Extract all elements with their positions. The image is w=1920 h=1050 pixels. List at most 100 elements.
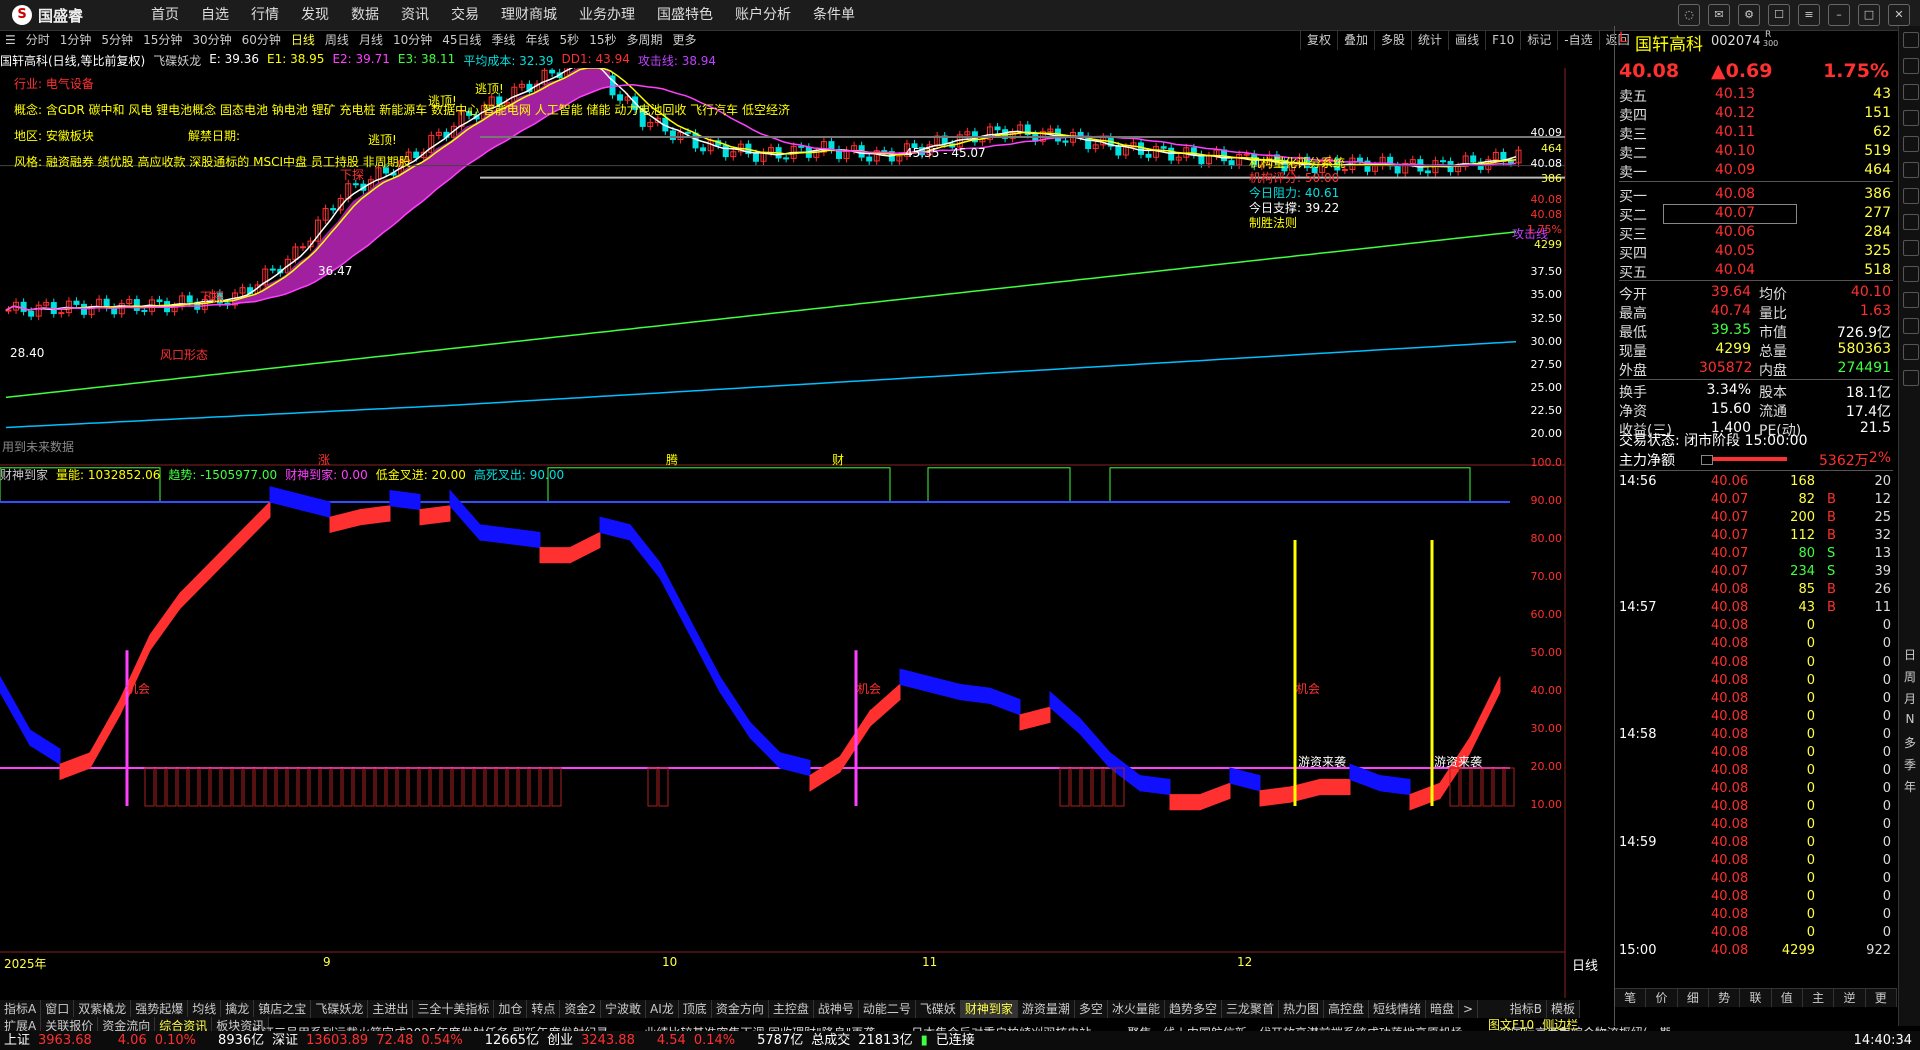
indicator-tab-25[interactable]: 趋势多空 <box>1165 1000 1222 1018</box>
indicator-tab-28[interactable]: 高控盘 <box>1324 1000 1370 1018</box>
indicator-tab-23[interactable]: 多空 <box>1075 1000 1108 1018</box>
indicator-tab-7[interactable]: 飞碟妖龙 <box>311 1000 369 1018</box>
menu-watchlist[interactable]: 自选 <box>190 0 240 30</box>
indicator-tab-12[interactable]: 资金2 <box>560 1000 602 1018</box>
period-16[interactable]: 更多 <box>667 31 701 50</box>
indicator-tab-15[interactable]: 顶底 <box>679 1000 712 1018</box>
minimize-icon[interactable]: – <box>1828 4 1850 26</box>
period-3[interactable]: 15分钟 <box>138 31 187 50</box>
period-5[interactable]: 60分钟 <box>237 31 286 50</box>
period-7[interactable]: 周线 <box>320 31 354 50</box>
ask-row[interactable]: 卖四 40.12 151 <box>1619 105 1893 124</box>
ask-row[interactable]: 卖一 40.09 464 <box>1619 162 1893 181</box>
rsi-icon[interactable] <box>1903 266 1919 282</box>
bid-row[interactable]: 买一 40.08 386 <box>1619 186 1893 205</box>
indicator-tab-21[interactable]: 财神到家 <box>960 1000 1018 1018</box>
side-period-5[interactable]: 季 <box>1903 756 1917 773</box>
menu-conditional[interactable]: 条件单 <box>802 0 866 30</box>
period-12[interactable]: 年线 <box>521 31 555 50</box>
ask-row[interactable]: 卖二 40.10 519 <box>1619 143 1893 162</box>
menu-service[interactable]: 业务办理 <box>568 0 646 30</box>
app-logo[interactable]: S 国盛睿 <box>12 4 83 26</box>
tool-5[interactable]: F10 <box>1485 31 1520 50</box>
info-icon[interactable] <box>1903 240 1919 256</box>
up-arrow-icon[interactable] <box>1903 32 1919 48</box>
ask-row[interactable]: 卖三 40.11 62 <box>1619 124 1893 143</box>
quote-tab-0[interactable]: 笔 <box>1615 989 1647 1007</box>
ask-row[interactable]: 卖五 40.13 43 <box>1619 86 1893 105</box>
indicator-tab-24[interactable]: 冰火量能 <box>1108 1000 1165 1018</box>
indicator-tab-right-0[interactable]: 指标B <box>1506 1000 1547 1018</box>
indicator-tab-29[interactable]: 短线情绪 <box>1369 1000 1427 1018</box>
grid-icon[interactable] <box>1903 110 1919 126</box>
quote-tab-8[interactable]: 更 <box>1866 989 1897 1007</box>
period-0[interactable]: 分时 <box>21 31 55 50</box>
cy-label[interactable]: 创业 <box>543 1031 577 1050</box>
period-14[interactable]: 15秒 <box>584 31 621 50</box>
menu-quotes[interactable]: 行情 <box>240 0 290 30</box>
menu-trade[interactable]: 交易 <box>440 0 490 30</box>
mail-icon[interactable]: ✉ <box>1708 4 1730 26</box>
period-11[interactable]: 季线 <box>487 31 521 50</box>
indicator-tab-right-1[interactable]: 模板 <box>1547 1000 1580 1018</box>
sz-label[interactable]: 深证 <box>268 1031 302 1050</box>
indicator-tab-22[interactable]: 游资量潮 <box>1018 1000 1075 1018</box>
indicator-tab-18[interactable]: 战神号 <box>814 1000 859 1018</box>
pie-icon[interactable] <box>1903 162 1919 178</box>
user-icon[interactable] <box>1903 370 1919 386</box>
quote-tab-2[interactable]: 细 <box>1678 989 1709 1007</box>
quote-tab-7[interactable]: 逆 <box>1834 989 1866 1007</box>
bid-row[interactable]: 买四 40.05 325 <box>1619 243 1893 262</box>
tool-0[interactable]: 复权 <box>1300 31 1337 50</box>
period-8[interactable]: 月线 <box>354 31 388 50</box>
period-15[interactable]: 多周期 <box>621 31 667 50</box>
indicator-tab-8[interactable]: 主进出 <box>368 1000 414 1018</box>
indicator-tab-30[interactable]: 暗盘 <box>1426 1000 1460 1018</box>
info-tab-right-1[interactable]: 侧边栏 <box>1538 1019 1582 1031</box>
side-period-6[interactable]: 年 <box>1903 778 1917 795</box>
indicator-tab-4[interactable]: 均线 <box>188 1000 222 1018</box>
side-period-4[interactable]: 多 <box>1903 734 1917 751</box>
side-period-3[interactable]: N <box>1903 712 1917 726</box>
indicator-tab-27[interactable]: 热力图 <box>1279 1000 1324 1018</box>
money-icon[interactable] <box>1903 188 1919 204</box>
skin-icon[interactable]: ☐ <box>1768 4 1790 26</box>
menu-special[interactable]: 国盛特色 <box>646 0 724 30</box>
menu-news[interactable]: 资讯 <box>390 0 440 30</box>
quote-tab-4[interactable]: 联 <box>1740 989 1772 1007</box>
toolbar-grid-icon[interactable]: ☰ <box>0 31 21 50</box>
indicator-name[interactable]: 飞碟妖龙 <box>153 52 201 68</box>
indicator-tab-1[interactable]: 窗口 <box>41 1000 75 1018</box>
quote-tab-1[interactable]: 价 <box>1646 989 1678 1007</box>
indicator-title[interactable]: 财神到家 <box>0 466 48 482</box>
indicator-tab-14[interactable]: AI龙 <box>646 1000 679 1018</box>
period-4[interactable]: 30分钟 <box>187 31 236 50</box>
bid-row[interactable]: 买三 40.06 284 <box>1619 224 1893 243</box>
indicator-tab-16[interactable]: 资金方向 <box>712 1000 769 1018</box>
menu-discover[interactable]: 发现 <box>290 0 340 30</box>
side-period-2[interactable]: 月 <box>1903 690 1917 707</box>
tool-1[interactable]: 叠加 <box>1337 31 1374 50</box>
tool-7[interactable]: -自选 <box>1557 31 1598 50</box>
indicator-tab-11[interactable]: 转点 <box>527 1000 561 1018</box>
chat-icon[interactable]: ◌ <box>1678 4 1700 26</box>
period-10[interactable]: 45日线 <box>437 31 486 50</box>
flow-icon[interactable] <box>1903 292 1919 308</box>
menu-wealth[interactable]: 理财商城 <box>490 0 568 30</box>
indicator-tab-9[interactable]: 三全十美指标 <box>413 1000 495 1018</box>
period-2[interactable]: 5分钟 <box>96 31 138 50</box>
close-icon[interactable]: ✕ <box>1888 4 1910 26</box>
indicator-tab-3[interactable]: 强势起爆 <box>131 1000 189 1018</box>
bar-icon[interactable] <box>1903 214 1919 230</box>
tool-3[interactable]: 统计 <box>1411 31 1448 50</box>
period-9[interactable]: 10分钟 <box>388 31 437 50</box>
bid-row[interactable]: 买五 40.04 518 <box>1619 262 1893 281</box>
quote-tab-3[interactable]: 势 <box>1709 989 1741 1007</box>
tool-2[interactable]: 多股 <box>1374 31 1411 50</box>
timeframe-label[interactable]: 日线 <box>1572 955 1598 974</box>
side-period-1[interactable]: 周 <box>1903 668 1917 685</box>
indicator-tab-13[interactable]: 宁波敢 <box>601 1000 647 1018</box>
menu-data[interactable]: 数据 <box>340 0 390 30</box>
bell-icon[interactable] <box>1903 344 1919 360</box>
k-line-icon[interactable] <box>1903 84 1919 100</box>
